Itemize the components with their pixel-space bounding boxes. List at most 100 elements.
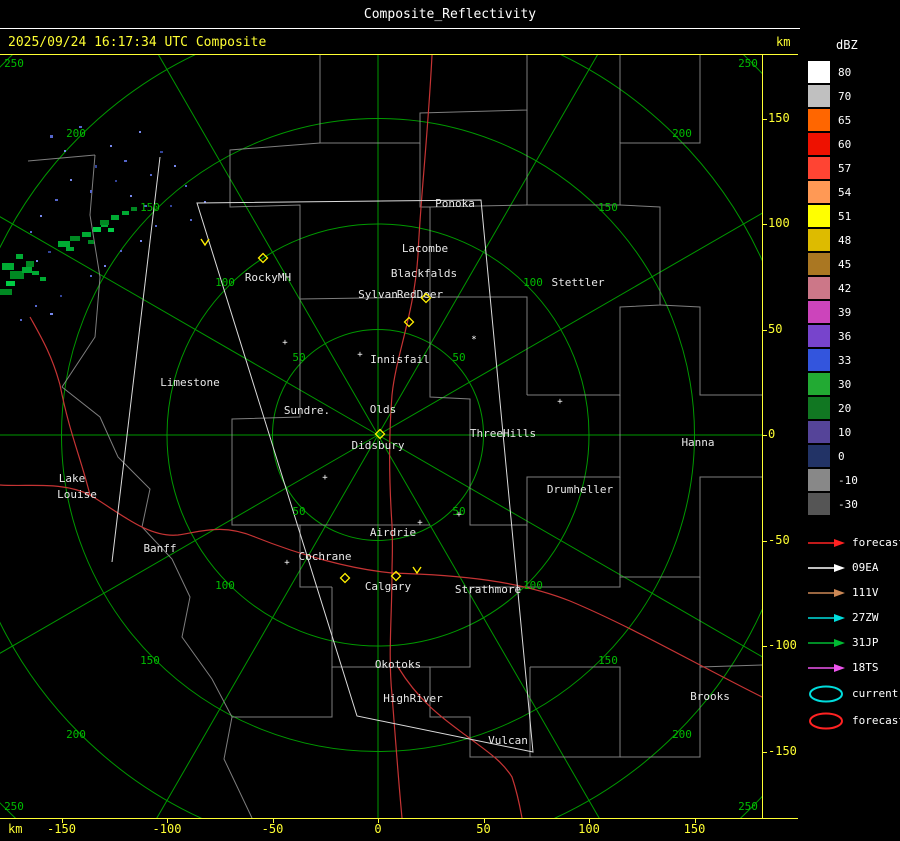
colorbar-label: 39 (838, 306, 851, 319)
storm-marker (413, 567, 421, 573)
colorbar-label: 80 (838, 66, 851, 79)
precip-echo (35, 305, 37, 307)
colorbar-label: -10 (838, 474, 858, 487)
legend-row: 31JP (806, 630, 900, 655)
radar-map[interactable]: 2502001501005025020015010050501001502002… (0, 55, 762, 818)
place-label: Hanna (681, 436, 714, 449)
precip-echo (40, 277, 46, 281)
colorbar-row: 65 (808, 108, 858, 132)
place-label: Ponoka (435, 197, 475, 210)
colorbar-swatch (808, 325, 830, 347)
bottom-axis-label: 150 (675, 822, 715, 836)
colorbar-row: 0 (808, 444, 858, 468)
precip-echo (122, 211, 129, 215)
colorbar-row: 39 (808, 300, 858, 324)
legend-row: forecast (806, 707, 900, 734)
colorbar-swatch (808, 373, 830, 395)
bottom-axis-label: 100 (569, 822, 609, 836)
axis-tick (762, 330, 767, 331)
colorbar-label: 33 (838, 354, 851, 367)
precip-echo (174, 165, 176, 167)
side-panel: dBZ 807065605754514845423936333020100-10… (800, 0, 900, 841)
precip-echo (150, 174, 152, 176)
place-label: Stettler (552, 276, 605, 289)
precip-echo (40, 215, 42, 217)
colorbar-swatch (808, 253, 830, 275)
place-label: Banff (143, 542, 176, 555)
place-label: Sylvan (358, 288, 398, 301)
colorbar-row: 48 (808, 228, 858, 252)
bottom-axis-label: -150 (42, 822, 82, 836)
range-ring-label: 150 (598, 201, 618, 214)
right-axis-label: 100 (768, 216, 802, 230)
axis-tick (62, 818, 63, 823)
colorbar-row: -10 (808, 468, 858, 492)
legend-row: forecast (806, 530, 900, 555)
precip-echo (2, 263, 14, 270)
colorbar-label: 45 (838, 258, 851, 271)
radar-map-canvas[interactable]: 2502001501005025020015010050501001502002… (0, 55, 762, 818)
colorbar-label: 36 (838, 330, 851, 343)
legend-label: 18TS (852, 661, 879, 674)
colorbar-swatch (808, 181, 830, 203)
colorbar-swatch (808, 469, 830, 491)
precip-echo (108, 228, 114, 232)
storm-marker (201, 239, 209, 245)
precip-echo (160, 151, 163, 153)
precip-echo (155, 225, 157, 227)
colorbar-row: -30 (808, 492, 858, 516)
axis-tick (762, 646, 767, 647)
bottom-axis-label: -100 (147, 822, 187, 836)
track-arrow-icon (806, 661, 848, 675)
colorbar-swatch (808, 61, 830, 83)
colorbar-swatch (808, 229, 830, 251)
range-ring-label: 50 (292, 351, 305, 364)
precip-echo (111, 215, 119, 220)
city-marker: + (557, 397, 563, 407)
precip-echo (124, 160, 127, 162)
colorbar-row: 80 (808, 60, 858, 84)
colorbar-swatch (808, 301, 830, 323)
colorbar-row: 10 (808, 420, 858, 444)
precip-echo (139, 131, 141, 133)
range-ring-label: 50 (452, 351, 465, 364)
legend-label: 27ZW (852, 611, 879, 624)
window-title: Composite_Reflectivity (364, 7, 536, 22)
colorbar-row: 33 (808, 348, 858, 372)
precip-echo (0, 289, 12, 295)
axis-tick (695, 818, 696, 823)
range-ring-label: 150 (140, 201, 160, 214)
legend-label: forecast (852, 536, 900, 549)
legend-row: 111V (806, 580, 900, 605)
bottom-axis-label: -50 (253, 822, 293, 836)
place-label: Calgary (365, 580, 412, 593)
polar-grid (0, 55, 762, 818)
colorbar-swatch (808, 85, 830, 107)
range-ring-label: 100 (523, 579, 543, 592)
precip-echo (50, 135, 53, 138)
place-label: Innisfail (370, 353, 430, 366)
colorbar-row: 60 (808, 132, 858, 156)
precip-echo (26, 261, 34, 267)
range-ring-label: 50 (292, 505, 305, 518)
precip-echo (30, 231, 32, 233)
legend-label: 111V (852, 586, 879, 599)
track-arrow-icon (806, 561, 848, 575)
axis-tick (762, 224, 767, 225)
track-arrow-icon (806, 586, 848, 600)
range-ring-label: 200 (672, 728, 692, 741)
colorbar-title: dBZ (836, 38, 858, 52)
precip-echo (100, 220, 109, 225)
precip-echo (130, 195, 132, 197)
axis-tick (273, 818, 274, 823)
axis-tick (589, 818, 590, 823)
range-ring-label: 100 (523, 276, 543, 289)
city-marker: + (282, 338, 288, 348)
bottom-axis-line (0, 818, 798, 819)
colorbar-label: 20 (838, 402, 851, 415)
colorbar-swatch (808, 397, 830, 419)
city-marker: + (417, 518, 423, 528)
precip-echo (185, 185, 187, 187)
place-label: Strathmore (455, 583, 521, 596)
place-label: HighRiver (383, 692, 443, 705)
